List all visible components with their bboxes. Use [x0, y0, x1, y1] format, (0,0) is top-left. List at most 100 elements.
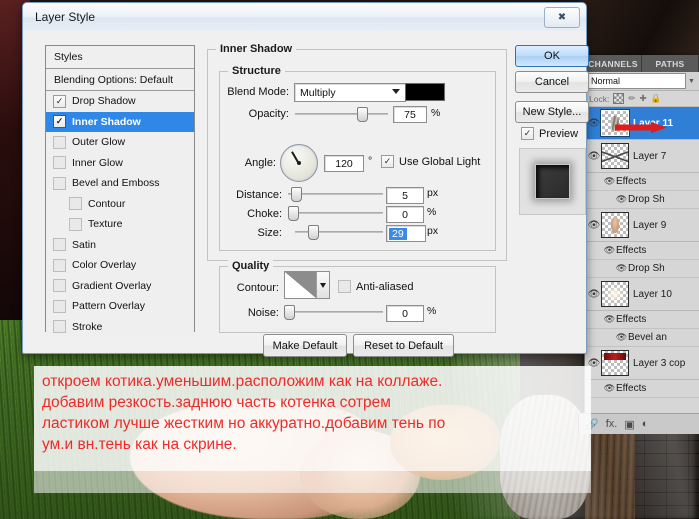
- checkbox-checked-icon[interactable]: ✓: [521, 127, 534, 140]
- layer-row-layer-9[interactable]: 👁 Layer 9: [585, 209, 699, 242]
- move-lock-icon[interactable]: ✚: [639, 93, 646, 104]
- chevron-down-icon[interactable]: [316, 272, 329, 298]
- style-item-texture[interactable]: Texture: [46, 214, 194, 235]
- eye-icon[interactable]: 👁: [615, 332, 628, 343]
- choke-value-field[interactable]: 0: [386, 206, 424, 223]
- eye-icon[interactable]: 👁: [603, 314, 616, 325]
- layer-effect-drop-shadow[interactable]: 👁 Drop Sh: [585, 191, 699, 209]
- eye-icon[interactable]: 👁: [603, 176, 616, 187]
- style-item-outer-glow[interactable]: Outer Glow: [46, 132, 194, 153]
- chevron-down-icon[interactable]: ▼: [686, 78, 697, 85]
- styles-list[interactable]: Styles Blending Options: Default ✓ Drop …: [45, 45, 195, 337]
- layer-effects-row[interactable]: 👁 Effects: [585, 173, 699, 191]
- checkbox-unchecked-icon[interactable]: [338, 280, 351, 293]
- layer-blend-mode-select[interactable]: Normal: [587, 73, 686, 89]
- layer-effects-row[interactable]: 👁 Effects: [585, 242, 699, 260]
- layer-effect-bevel-emboss[interactable]: 👁 Bevel an: [585, 329, 699, 347]
- layer-effect-drop-shadow[interactable]: 👁 Drop Sh: [585, 260, 699, 278]
- style-item-bevel-and-emboss[interactable]: Bevel and Emboss: [46, 173, 194, 194]
- slider-knob[interactable]: [357, 107, 368, 122]
- tab-paths[interactable]: PATHS: [642, 55, 699, 72]
- eye-icon[interactable]: 👁: [587, 151, 601, 162]
- layer-row-layer-7[interactable]: 👁 Layer 7: [585, 140, 699, 173]
- noise-slider[interactable]: [284, 305, 383, 320]
- new-style-button[interactable]: New Style...: [515, 101, 589, 123]
- preview-checkbox[interactable]: ✓ Preview: [521, 127, 578, 140]
- layer-effects-row[interactable]: 👁 Effects: [585, 380, 699, 398]
- size-value-field[interactable]: 29: [386, 225, 426, 242]
- ok-button[interactable]: OK: [515, 45, 589, 67]
- checkbox-checked-icon[interactable]: ✓: [53, 94, 66, 108]
- eye-icon[interactable]: 👁: [615, 263, 628, 274]
- layer-thumbnail[interactable]: [601, 350, 629, 376]
- eye-icon[interactable]: 👁: [603, 383, 616, 394]
- opacity-value-field[interactable]: 75: [393, 106, 427, 123]
- distance-slider[interactable]: [288, 187, 383, 202]
- layers-panel[interactable]: CHANNELS PATHS Normal ▼ Lock: ✏ ✚ 🔒 👁 La…: [584, 55, 699, 414]
- distance-value-field[interactable]: 5: [386, 187, 424, 204]
- layer-style-dialog[interactable]: Layer Style ✖ Styles Blending Options: D…: [22, 2, 589, 357]
- layers-panel-toolbar[interactable]: 🔗 fx. ▣ ◐: [578, 413, 699, 434]
- checkbox-unchecked-icon[interactable]: [53, 135, 66, 149]
- style-item-drop-shadow[interactable]: ✓ Drop Shadow: [46, 91, 194, 112]
- checkbox-unchecked-icon[interactable]: [53, 258, 66, 272]
- style-item-stroke[interactable]: Stroke: [46, 316, 194, 337]
- eye-icon[interactable]: 👁: [587, 118, 601, 129]
- mask-icon[interactable]: ▣: [624, 418, 634, 431]
- size-slider[interactable]: [295, 225, 383, 240]
- eye-icon[interactable]: 👁: [615, 194, 628, 205]
- blend-mode-select[interactable]: Multiply: [294, 83, 406, 102]
- eye-icon[interactable]: 👁: [587, 220, 601, 231]
- checkbox-unchecked-icon[interactable]: [53, 299, 66, 313]
- use-global-light-checkbox[interactable]: ✓ Use Global Light: [381, 155, 480, 168]
- layer-row-layer-3-copy[interactable]: 👁 Layer 3 cop: [585, 347, 699, 380]
- checkbox-unchecked-icon[interactable]: [69, 217, 82, 231]
- layer-thumbnail[interactable]: [601, 143, 629, 169]
- checkbox-unchecked-icon[interactable]: [53, 176, 66, 190]
- panel-tab-strip[interactable]: CHANNELS PATHS: [585, 55, 699, 72]
- checkbox-checked-icon[interactable]: ✓: [53, 115, 66, 129]
- style-item-inner-glow[interactable]: Inner Glow: [46, 152, 194, 173]
- angle-dial[interactable]: [280, 144, 318, 182]
- slider-knob[interactable]: [291, 187, 302, 202]
- style-item-gradient-overlay[interactable]: Gradient Overlay: [46, 275, 194, 296]
- slider-knob[interactable]: [284, 305, 295, 320]
- checkbox-unchecked-icon[interactable]: [53, 279, 66, 293]
- fx-icon[interactable]: fx.: [606, 418, 618, 430]
- style-item-pattern-overlay[interactable]: Pattern Overlay: [46, 296, 194, 317]
- layer-row-layer-10[interactable]: 👁 Layer 10: [585, 278, 699, 311]
- transparency-lock-icon[interactable]: [613, 93, 625, 104]
- style-item-satin[interactable]: Satin: [46, 234, 194, 255]
- slider-knob[interactable]: [288, 206, 299, 221]
- eye-icon[interactable]: 👁: [587, 289, 601, 300]
- make-default-button[interactable]: Make Default: [263, 334, 347, 357]
- style-item-color-overlay[interactable]: Color Overlay: [46, 255, 194, 276]
- eye-icon[interactable]: 👁: [603, 245, 616, 256]
- noise-value-field[interactable]: 0: [386, 305, 424, 322]
- choke-slider[interactable]: [288, 206, 383, 221]
- style-item-contour[interactable]: Contour: [46, 193, 194, 214]
- checkbox-unchecked-icon[interactable]: [53, 238, 66, 252]
- checkbox-unchecked-icon[interactable]: [69, 197, 82, 211]
- adjustment-icon[interactable]: ◐: [642, 418, 649, 430]
- checkbox-unchecked-icon[interactable]: [53, 320, 66, 334]
- close-icon[interactable]: ✖: [544, 7, 580, 28]
- layer-thumbnail[interactable]: [601, 212, 629, 238]
- shadow-color-swatch[interactable]: [405, 83, 445, 101]
- reset-to-default-button[interactable]: Reset to Default: [353, 334, 454, 357]
- cancel-button[interactable]: Cancel: [515, 71, 589, 93]
- opacity-slider[interactable]: [295, 107, 388, 122]
- tab-channels[interactable]: CHANNELS: [585, 55, 642, 72]
- lock-row[interactable]: Lock: ✏ ✚ 🔒: [585, 91, 699, 107]
- anti-aliased-checkbox[interactable]: Anti-aliased: [338, 280, 413, 293]
- checkbox-checked-icon[interactable]: ✓: [381, 155, 394, 168]
- brush-lock-icon[interactable]: ✏: [628, 93, 635, 104]
- layer-thumbnail[interactable]: [601, 281, 629, 307]
- blending-options-item[interactable]: Blending Options: Default: [46, 69, 194, 91]
- lock-all-icon[interactable]: 🔒: [651, 93, 662, 104]
- contour-preset-picker[interactable]: [284, 271, 330, 299]
- angle-value-field[interactable]: 120: [324, 155, 364, 172]
- checkbox-unchecked-icon[interactable]: [53, 156, 66, 170]
- layer-effects-row[interactable]: 👁 Effects: [585, 311, 699, 329]
- style-item-inner-shadow[interactable]: ✓ Inner Shadow: [46, 111, 194, 132]
